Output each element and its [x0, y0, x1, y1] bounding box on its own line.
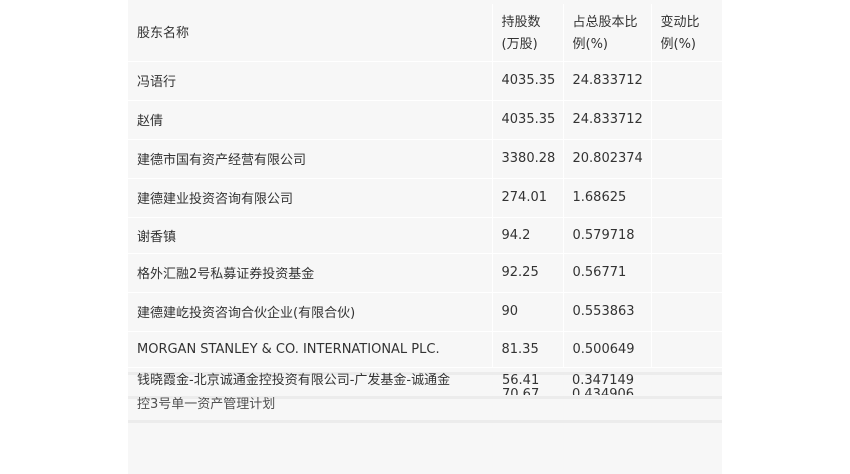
overlap-holder-name-continued: 控3号单一资产管理计划 — [137, 397, 276, 412]
holder-change — [651, 331, 723, 368]
holder-change — [651, 217, 723, 254]
holder-shares: 3380.28 — [492, 139, 564, 179]
table-row: 建德市国有资产经营有限公司 3380.28 20.802374 — [128, 139, 723, 179]
header-shares: 持股数 (万股) — [492, 4, 564, 62]
holder-name: 冯语行 — [128, 61, 493, 101]
holder-name: 建德建业投资咨询有限公司 — [128, 178, 493, 218]
holder-name: 赵倩 — [128, 100, 493, 140]
holder-name: 格外汇融2号私募证券投资基金 — [128, 253, 493, 293]
holder-change — [651, 61, 723, 101]
holder-change — [651, 292, 723, 332]
holder-change — [651, 100, 723, 140]
overlap-holder-name: 钱晓霞金-北京诚通金控投资有限公司-广发基金-诚通金 — [137, 373, 451, 388]
header-change: 变动比 例(%) — [651, 4, 723, 62]
header-ratio: 占总股本比 例(%) — [563, 4, 652, 62]
holder-name: 建德建屹投资咨询合伙企业(有限合伙) — [128, 292, 493, 332]
holder-shares: 92.25 — [492, 253, 564, 293]
holder-shares: 94.2 — [492, 217, 564, 254]
overlap-ratio-clipped: 0.434906 — [572, 387, 635, 395]
holder-shares: 90 — [492, 292, 564, 332]
table-row: 冯语行 4035.35 24.833712 — [128, 61, 723, 101]
table-row: 建德建屹投资咨询合伙企业(有限合伙) 90 0.553863 — [128, 292, 723, 332]
table-row: 谢香镇 94.2 0.579718 — [128, 217, 723, 254]
table-row: 格外汇融2号私募证券投资基金 92.25 0.56771 — [128, 253, 723, 293]
holder-name: 谢香镇 — [128, 217, 493, 254]
holder-ratio: 20.802374 — [563, 139, 652, 179]
holder-change — [651, 253, 723, 293]
holder-shares: 4035.35 — [492, 100, 564, 140]
holder-ratio: 24.833712 — [563, 61, 652, 101]
holder-ratio: 0.579718 — [563, 217, 652, 254]
holder-ratio: 0.56771 — [563, 253, 652, 293]
holder-ratio: 0.500649 — [563, 331, 652, 368]
overlap-shares-clipped: 70.67 — [502, 387, 540, 395]
holder-shares: 4035.35 — [492, 61, 564, 101]
overlap-shares: 56.41 — [502, 373, 540, 388]
holder-shares: 274.01 — [492, 178, 564, 218]
holder-ratio: 24.833712 — [563, 100, 652, 140]
overlap-ratio: 0.347149 — [572, 373, 635, 388]
table-header-row: 股东名称 持股数 (万股) 占总股本比 例(%) 变动比 例(%) — [128, 4, 723, 62]
holder-name: 建德市国有资产经营有限公司 — [128, 139, 493, 179]
header-holder-name: 股东名称 — [128, 4, 493, 62]
table-row: MORGAN STANLEY & CO. INTERNATIONAL PLC. … — [128, 331, 723, 368]
holder-name: MORGAN STANLEY & CO. INTERNATIONAL PLC. — [128, 331, 493, 368]
holder-ratio: 1.68625 — [563, 178, 652, 218]
table-row: 建德建业投资咨询有限公司 274.01 1.68625 — [128, 178, 723, 218]
holder-change — [651, 139, 723, 179]
shareholder-table: 股东名称 持股数 (万股) 占总股本比 例(%) 变动比 例(%) 冯语行 4035.… — [128, 4, 723, 368]
row-divider — [128, 420, 722, 423]
holder-ratio: 0.553863 — [563, 292, 652, 332]
table-row: 赵倩 4035.35 24.833712 — [128, 100, 723, 140]
holder-shares: 81.35 — [492, 331, 564, 368]
holder-change — [651, 178, 723, 218]
